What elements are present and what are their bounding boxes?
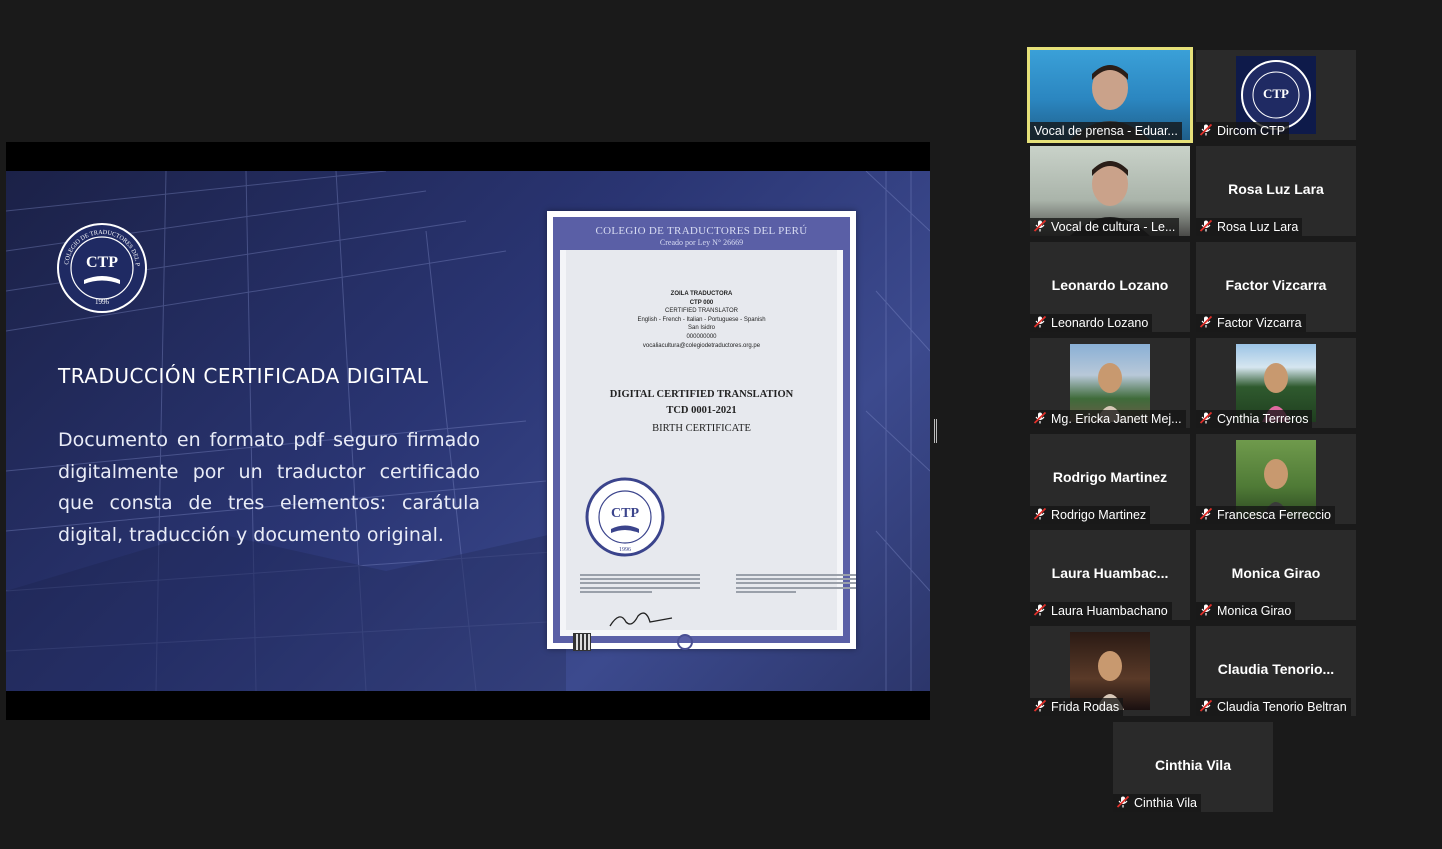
qr-code-icon: [573, 633, 591, 651]
slide-title: TRADUCCIÓN CERTIFICADA DIGITAL: [58, 364, 429, 388]
ctp-logo: CTP 1996 COLEGIO DE TRADUCTORES DEL PERÚ: [56, 222, 147, 313]
participant-name-label: Dircom CTP: [1196, 122, 1290, 140]
signature-icon: [609, 612, 673, 627]
muted-mic-icon: [1199, 220, 1213, 232]
muted-mic-icon: [1199, 124, 1213, 136]
certificate-header-subtitle: Creado por Ley N° 26669: [659, 238, 744, 247]
certificate-seal-icon: CTP 1996: [585, 477, 665, 557]
certificate-title-block: DIGITAL CERTIFIED TRANSLATION TCD 0001-2…: [566, 387, 837, 439]
svg-text:CTP: CTP: [611, 506, 639, 521]
certificate-header-title: COLEGIO DE TRADUCTORES DEL PERÚ: [595, 225, 808, 237]
participant-tile-mg-ericka-janett-mej[interactable]: Mg. Ericka Janett Mej...: [1030, 338, 1190, 428]
participant-display-name: Cinthia Vila: [1155, 757, 1231, 773]
participant-tile-cynthia-terreros[interactable]: Cynthia Terreros: [1196, 338, 1356, 428]
participant-display-name: Laura Huambac...: [1051, 565, 1169, 581]
participant-name-label: Rodrigo Martinez: [1030, 506, 1151, 524]
participant-name-label: Factor Vizcarra: [1196, 314, 1306, 332]
svg-text:CTP: CTP: [86, 254, 118, 271]
translator-city: San Isidro: [687, 325, 715, 332]
muted-mic-icon: [1199, 700, 1213, 712]
muted-mic-icon: [1033, 316, 1047, 328]
participant-tile-vocal-de-cultura-le[interactable]: Vocal de cultura - Le...: [1030, 146, 1190, 236]
certificate-doc-title: DIGITAL CERTIFIED TRANSLATION: [609, 389, 794, 400]
muted-mic-icon: [1033, 220, 1047, 232]
participant-tile-factor-vizcarra[interactable]: Factor Vizcarra Factor Vizcarra: [1196, 242, 1356, 332]
translator-name: ZOILA TRADUCTORA: [670, 291, 733, 297]
participant-tile-monica-girao[interactable]: Monica Girao Monica Girao: [1196, 530, 1356, 620]
participant-tile-rodrigo-martinez[interactable]: Rodrigo Martinez Rodrigo Martinez: [1030, 434, 1190, 524]
participant-tile-dircom-ctp[interactable]: CTP Dircom CTP: [1196, 50, 1356, 140]
participant-display-name: Rosa Luz Lara: [1228, 181, 1324, 197]
participant-name-label: Mg. Ericka Janett Mej...: [1030, 410, 1186, 428]
participant-display-name: Claudia Tenorio...: [1217, 661, 1335, 677]
certificate-fine-print-left: [580, 574, 700, 595]
presentation-slide: CTP 1996 COLEGIO DE TRADUCTORES DEL PERÚ…: [6, 171, 930, 691]
svg-text:1996: 1996: [619, 547, 631, 553]
participant-display-name: Factor Vizcarra: [1225, 277, 1327, 293]
muted-mic-icon: [1199, 316, 1213, 328]
participant-name-label: Vocal de cultura - Le...: [1030, 218, 1180, 236]
muted-mic-icon: [1033, 604, 1047, 616]
translator-role: CERTIFIED TRANSLATOR: [665, 308, 738, 315]
muted-mic-icon: [1199, 508, 1213, 520]
participant-name-label: Cinthia Vila: [1113, 794, 1202, 812]
certificate-body: ZOILA TRADUCTORA CTP 000 CERTIFIED TRANS…: [566, 250, 856, 651]
participant-name-label: Frida Rodas: [1030, 698, 1124, 716]
participant-name-label: Monica Girao: [1196, 602, 1296, 620]
translator-phone: 000000000: [686, 333, 717, 340]
participant-name-label: Vocal de prensa - Eduar...: [1030, 122, 1182, 140]
resize-handle[interactable]: [934, 419, 937, 443]
muted-mic-icon: [1033, 508, 1047, 520]
participant-name-label: Leonardo Lozano: [1030, 314, 1153, 332]
participant-display-name: Monica Girao: [1231, 565, 1321, 581]
participant-tile-vocal-de-prensa-eduar[interactable]: Vocal de prensa - Eduar...: [1027, 47, 1193, 143]
participant-name-label: Laura Huambachano: [1030, 602, 1172, 620]
svg-text:CTP: CTP: [1263, 86, 1289, 101]
certificate-doc-code: TCD 0001-2021: [666, 405, 737, 416]
participant-name-label: Francesca Ferreccio: [1196, 506, 1335, 524]
certificate-doc-type: BIRTH CERTIFICATE: [652, 423, 751, 434]
translator-ctp: CTP 000: [689, 299, 714, 306]
participant-tile-claudia-tenorio-beltran[interactable]: Claudia Tenorio... Claudia Tenorio Beltra…: [1196, 626, 1356, 716]
certificate-header: COLEGIO DE TRADUCTORES DEL PERÚ Creado p…: [560, 224, 843, 250]
translator-info: ZOILA TRADUCTORA CTP 000 CERTIFIED TRANS…: [566, 290, 837, 350]
participant-tile-rosa-luz-lara[interactable]: Rosa Luz Lara Rosa Luz Lara: [1196, 146, 1356, 236]
muted-mic-icon: [1199, 412, 1213, 424]
muted-mic-icon: [1033, 412, 1047, 424]
slide-body-text: Documento en formato pdf seguro firmado …: [58, 429, 480, 546]
participant-tile-frida-rodas[interactable]: Frida Rodas: [1030, 626, 1190, 716]
participant-name-label: Cynthia Terreros: [1196, 410, 1313, 428]
shared-screen[interactable]: CTP 1996 COLEGIO DE TRADUCTORES DEL PERÚ…: [6, 142, 930, 720]
translator-email: vocaliacultura@colegiodetraductores.org.…: [642, 342, 761, 349]
certificate-frame: COLEGIO DE TRADUCTORES DEL PERÚ Creado p…: [553, 217, 856, 651]
muted-mic-icon: [1033, 700, 1047, 712]
translator-languages: English - French - Italian - Portuguese …: [637, 316, 766, 323]
participant-display-name: Rodrigo Martinez: [1052, 469, 1168, 485]
participant-name-label: Claudia Tenorio Beltran: [1196, 698, 1351, 716]
certificate-fine-print-right: [736, 574, 856, 595]
svg-text:1996: 1996: [95, 298, 110, 306]
muted-mic-icon: [1116, 796, 1130, 808]
participant-tile-francesca-ferreccio[interactable]: Francesca Ferreccio: [1196, 434, 1356, 524]
participant-display-name: Leonardo Lozano: [1051, 277, 1169, 293]
muted-mic-icon: [1199, 604, 1213, 616]
participant-name-label: Rosa Luz Lara: [1196, 218, 1303, 236]
certificate-document: COLEGIO DE TRADUCTORES DEL PERÚ Creado p…: [547, 211, 856, 651]
participant-tile-laura-huambachano[interactable]: Laura Huambac... Laura Huambachano: [1030, 530, 1190, 620]
participant-tile-cinthia-vila[interactable]: Cinthia Vila Cinthia Vila: [1113, 722, 1273, 812]
participant-tile-leonardo-lozano[interactable]: Leonardo Lozano Leonardo Lozano: [1030, 242, 1190, 332]
meeting-window: CTP 1996 COLEGIO DE TRADUCTORES DEL PERÚ…: [0, 0, 1442, 849]
digital-stamp-icon: [677, 634, 693, 650]
